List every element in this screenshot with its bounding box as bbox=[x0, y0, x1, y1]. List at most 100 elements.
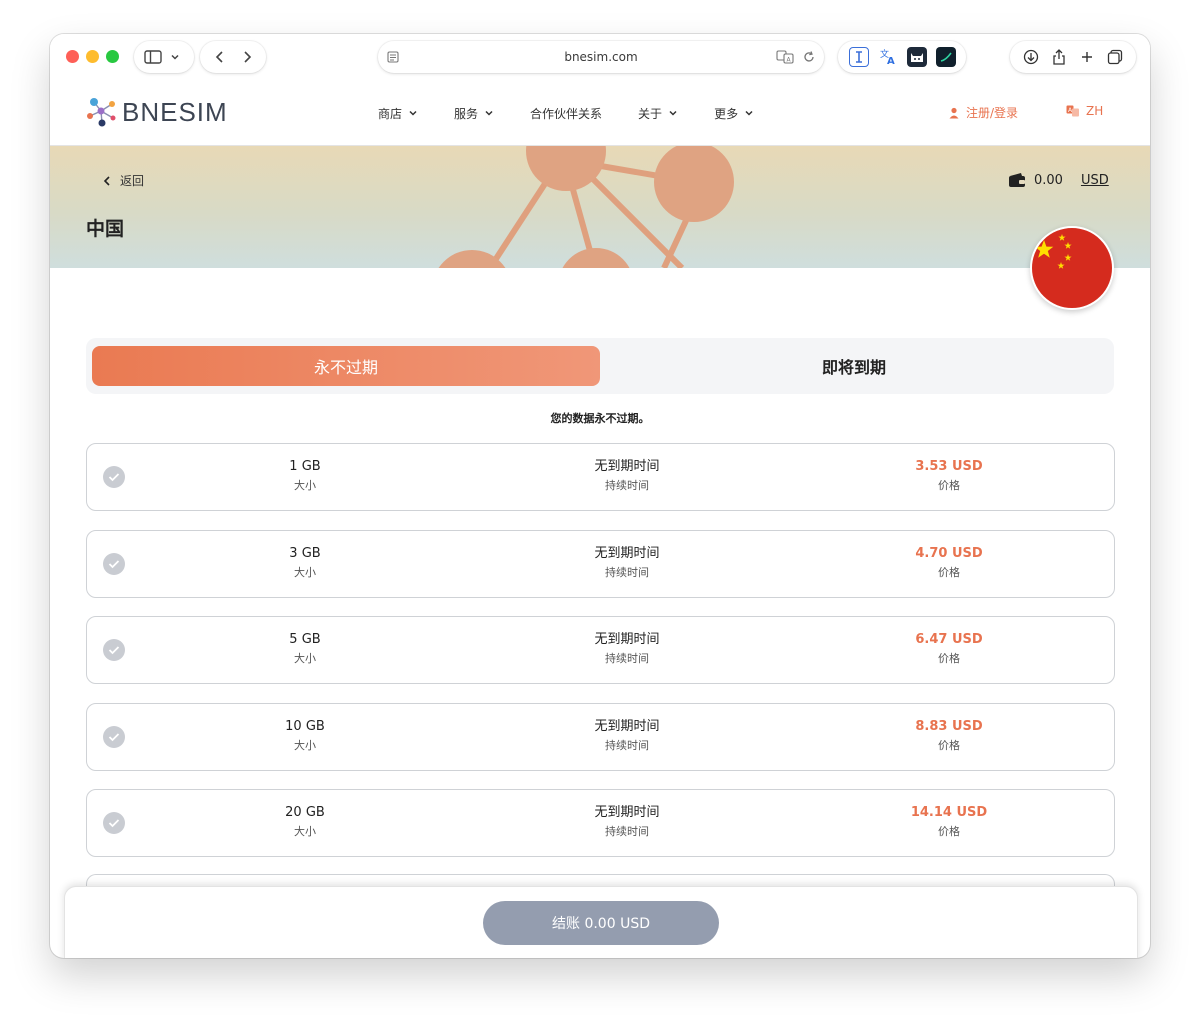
plan-size-value: 5 GB bbox=[289, 632, 321, 647]
plan-size-label: 大小 bbox=[294, 479, 316, 492]
translate-extension-icon[interactable]: 文A bbox=[878, 47, 898, 67]
plan-duration-label: 持续时间 bbox=[605, 738, 649, 752]
plan-duration: 无到期时间 持续时间 bbox=[527, 545, 727, 581]
download-icon[interactable] bbox=[1023, 49, 1039, 65]
wallet-balance: 0.00 USD bbox=[1008, 172, 1109, 188]
forward-arrow-icon[interactable] bbox=[241, 50, 253, 64]
chevron-left-icon bbox=[103, 175, 110, 186]
plan-duration-value: 无到期时间 bbox=[594, 545, 660, 561]
user-icon bbox=[949, 107, 959, 118]
tab-never-expire[interactable]: 永不过期 bbox=[92, 346, 600, 386]
plan-duration-value: 无到期时间 bbox=[594, 459, 660, 474]
currency-selector[interactable]: USD bbox=[1081, 173, 1109, 188]
back-label: 返回 bbox=[120, 174, 145, 188]
site-header: BNESIM 商店 服务 合作伙伴关系 关于 更多 注册/登录 A ZH bbox=[50, 80, 1150, 146]
close-window-button[interactable] bbox=[66, 50, 79, 63]
plan-price-value: 3.53 USD bbox=[915, 459, 983, 474]
plan-row[interactable]: 3 GB 大小 无到期时间 持续时间 4.70 USD 价格 bbox=[86, 529, 1115, 598]
back-link[interactable]: 返回 bbox=[102, 172, 144, 189]
text-cursor-extension-icon[interactable] bbox=[848, 47, 869, 67]
wallet-icon bbox=[1009, 173, 1025, 187]
plan-row[interactable]: 5 GB 大小 无到期时间持续时间 6.47 USD 价格 bbox=[86, 616, 1115, 684]
checkout-bar: 结账 0.00 USD bbox=[64, 886, 1138, 958]
checkmark-icon[interactable] bbox=[103, 466, 125, 488]
plan-duration-label: 持续时间 bbox=[605, 479, 649, 492]
plan-price-label: 价格 bbox=[938, 652, 960, 665]
plan-subtitle: 您的数据永不过期。 bbox=[550, 412, 650, 425]
plan-size-value: 3 GB bbox=[289, 545, 321, 561]
hero-banner: 返回 中国 0.00 USD bbox=[50, 146, 1150, 268]
translate-icon[interactable]: A bbox=[776, 50, 794, 64]
plan-duration: 无到期时间 持续时间 bbox=[527, 804, 727, 840]
language-selector[interactable]: A ZH bbox=[1066, 104, 1103, 118]
checkmark-icon[interactable] bbox=[103, 552, 125, 575]
plan-row[interactable]: 1 GB 大小 无到期时间 持续时间 3.53 USD 价格 bbox=[86, 443, 1115, 511]
login-link[interactable]: 注册/登录 bbox=[948, 104, 1018, 121]
checkmark-icon[interactable] bbox=[103, 725, 125, 748]
molecule-logo-icon bbox=[87, 98, 116, 127]
nav-item-store[interactable]: 商店 bbox=[378, 102, 418, 124]
chart-extension-icon[interactable] bbox=[935, 47, 956, 67]
plan-price: 4.70 USD 价格 bbox=[849, 545, 1049, 581]
plan-duration: 无到期时间 持续时间 bbox=[527, 631, 727, 667]
chevron-down-icon bbox=[409, 110, 417, 116]
nav-label: 商店 bbox=[378, 106, 403, 121]
plan-price-value: 6.47 USD bbox=[915, 632, 983, 647]
plan-size-label: 大小 bbox=[294, 652, 316, 665]
wallet-amount: 0.00 bbox=[1034, 172, 1063, 188]
share-icon[interactable] bbox=[1052, 49, 1066, 65]
cat-extension-icon[interactable] bbox=[906, 47, 927, 67]
tab-expiring[interactable]: 即将到期 bbox=[600, 346, 1108, 386]
reload-icon[interactable] bbox=[802, 50, 816, 64]
plan-row[interactable]: 10 GB 大小 无到期时间持续时间 8.83 USD 价格 bbox=[86, 702, 1115, 771]
plan-duration-value: 无到期时间 bbox=[594, 632, 660, 647]
plan-size: 20 GB 大小 bbox=[205, 804, 405, 840]
molecule-background-graphic bbox=[438, 146, 734, 268]
new-tab-icon[interactable] bbox=[1080, 50, 1094, 64]
checkmark-icon[interactable] bbox=[103, 812, 125, 834]
chevron-down-icon bbox=[669, 110, 677, 116]
nav-label: 更多 bbox=[714, 106, 739, 121]
back-arrow-icon[interactable] bbox=[214, 50, 226, 64]
plan-price: 14.14 USD 价格 bbox=[849, 804, 1049, 840]
plan-price-value: 4.70 USD bbox=[915, 545, 983, 561]
plan-duration-value: 无到期时间 bbox=[594, 805, 660, 820]
plan-price-label: 价格 bbox=[938, 565, 960, 579]
checkmark-icon[interactable] bbox=[103, 639, 125, 661]
nav-item-more[interactable]: 更多 bbox=[714, 102, 754, 124]
minimize-window-button[interactable] bbox=[86, 50, 99, 63]
plan-type-tabs: 永不过期 即将到期 bbox=[86, 338, 1114, 394]
nav-item-services[interactable]: 服务 bbox=[454, 102, 494, 124]
bnesim-logo[interactable]: BNESIM bbox=[84, 96, 228, 128]
plan-duration-value: 无到期时间 bbox=[594, 718, 660, 734]
browser-toolbar: bnesim.com A 文A bbox=[50, 34, 1150, 80]
nav-label: 服务 bbox=[454, 106, 479, 121]
plan-row[interactable]: 20 GB 大小 无到期时间 持续时间 14.14 USD 价格 bbox=[86, 789, 1115, 857]
tab-overview-icon[interactable] bbox=[1107, 49, 1123, 65]
zoom-window-button[interactable] bbox=[106, 50, 119, 63]
plan-size: 10 GB 大小 bbox=[205, 718, 405, 754]
extensions-bar: 文A bbox=[838, 41, 966, 73]
sidebar-toggle-button[interactable] bbox=[134, 41, 194, 73]
chevron-down-icon bbox=[485, 110, 493, 116]
chevron-down-icon bbox=[745, 110, 753, 116]
nav-item-partnerships[interactable]: 合作伙伴关系 bbox=[530, 102, 602, 124]
page-title: 中国 bbox=[86, 218, 125, 240]
plan-duration: 无到期时间 持续时间 bbox=[527, 458, 727, 494]
checkout-button[interactable]: 结账 0.00 USD bbox=[483, 901, 719, 945]
plan-price: 8.83 USD 价格 bbox=[849, 718, 1049, 754]
nav-label: 关于 bbox=[638, 106, 663, 121]
chevron-down-icon bbox=[171, 54, 179, 60]
language-label: ZH bbox=[1086, 104, 1104, 118]
plan-price-label: 价格 bbox=[938, 825, 960, 838]
browser-window: bnesim.com A 文A BNESIM 商店 服务 合作伙伴关系 关于 更… bbox=[50, 34, 1150, 958]
plan-size-value: 20 GB bbox=[285, 805, 325, 820]
plan-size: 1 GB 大小 bbox=[205, 458, 405, 494]
plan-price-value: 8.83 USD bbox=[915, 718, 983, 734]
plan-duration-label: 持续时间 bbox=[605, 565, 649, 579]
plan-duration-label: 持续时间 bbox=[605, 652, 649, 665]
nav-item-about[interactable]: 关于 bbox=[638, 102, 678, 124]
address-bar[interactable]: bnesim.com A bbox=[378, 41, 824, 73]
plan-size-label: 大小 bbox=[294, 738, 316, 752]
logo-text: BNESIM bbox=[122, 96, 228, 127]
